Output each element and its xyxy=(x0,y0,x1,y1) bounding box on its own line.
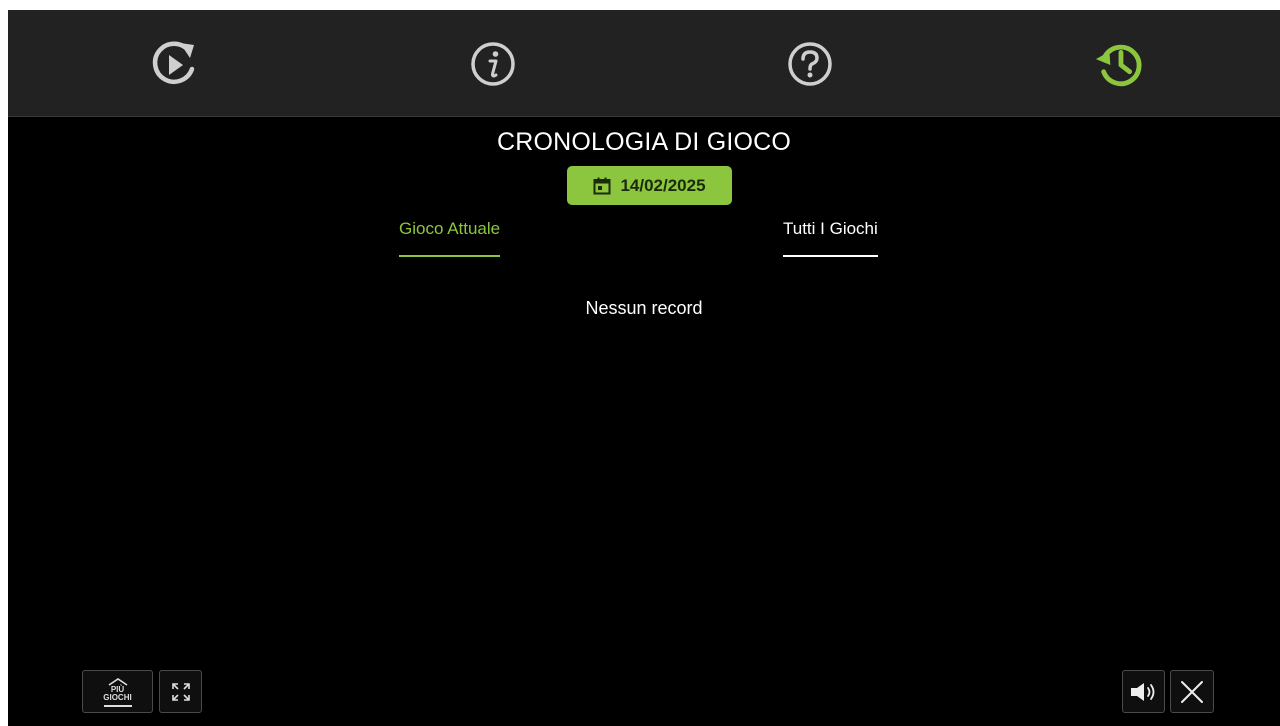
fullscreen-button[interactable] xyxy=(159,670,202,713)
game-window: CRONOLOGIA DI GIOCO 14/02/2025 Gioco Att… xyxy=(8,10,1280,726)
sound-toggle-button[interactable] xyxy=(1122,670,1165,713)
history-icon xyxy=(1095,44,1142,87)
empty-state-message: Nessun record xyxy=(585,298,703,318)
help-icon xyxy=(788,42,832,86)
calendar-icon xyxy=(593,177,611,194)
speaker-icon xyxy=(1130,682,1154,701)
more-games-underline xyxy=(103,704,132,707)
history-button[interactable] xyxy=(1094,38,1146,90)
close-icon xyxy=(1181,680,1203,703)
tab-current-game[interactable]: Gioco Attuale xyxy=(399,219,501,257)
more-games-button[interactable]: PIÙ GIOCHI xyxy=(82,670,153,713)
page-title: CRONOLOGIA DI GIOCO xyxy=(496,128,792,156)
date-picker-button[interactable]: 14/02/2025 xyxy=(567,166,732,205)
close-button[interactable] xyxy=(1170,670,1214,713)
top-toolbar xyxy=(8,10,1280,117)
replay-icon xyxy=(152,41,195,84)
replay-button[interactable] xyxy=(148,38,200,90)
date-label: 14/02/2025 xyxy=(620,175,706,195)
fullscreen-icon xyxy=(171,682,190,701)
info-icon xyxy=(471,42,515,86)
help-button[interactable] xyxy=(784,38,836,90)
tab-all-games[interactable]: Tutti I Giochi xyxy=(783,219,878,257)
more-games-label-line2: GIOCHI xyxy=(103,692,132,702)
info-button[interactable] xyxy=(467,38,519,90)
